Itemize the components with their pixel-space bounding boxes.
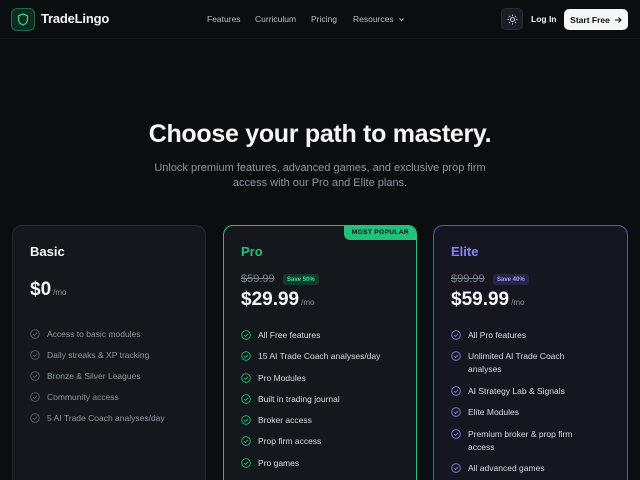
nav-link-features[interactable]: Features bbox=[207, 14, 241, 24]
login-link[interactable]: Log In bbox=[531, 14, 557, 24]
feature-item: Elite Modules bbox=[451, 406, 616, 419]
plan-name: Basic bbox=[30, 244, 65, 259]
check-circle-icon bbox=[451, 386, 461, 396]
check-circle-icon bbox=[241, 415, 251, 425]
nav-link-resources[interactable]: Resources bbox=[353, 14, 405, 24]
feature-text: 5 AI Trade Coach analyses/day bbox=[47, 413, 165, 423]
nav-link-curriculum[interactable]: Curriculum bbox=[255, 14, 296, 24]
feature-text: Unlimited AI Trade Coach analyses bbox=[468, 351, 565, 374]
check-circle-icon bbox=[451, 407, 461, 417]
plan-price: $29.99/mo bbox=[241, 289, 314, 311]
check-circle-icon bbox=[241, 394, 251, 404]
plan-name: Elite bbox=[451, 244, 479, 259]
feature-item: 5 AI Trade Coach analyses/day bbox=[30, 412, 200, 425]
plan-card-basic: Basic $0/mo Access to basic modules Dail… bbox=[12, 225, 206, 480]
brand-name[interactable]: TradeLingo bbox=[41, 11, 109, 26]
feature-item: All Pro features bbox=[451, 329, 616, 342]
shield-icon bbox=[17, 13, 29, 26]
check-circle-icon bbox=[241, 351, 251, 361]
feature-text: All Pro features bbox=[468, 330, 527, 340]
check-circle-icon bbox=[241, 373, 251, 383]
feature-text: Bronze & Silver Leagues bbox=[47, 371, 141, 381]
check-circle-icon bbox=[241, 330, 251, 340]
original-price: $59.99 bbox=[241, 273, 275, 285]
nav-link-resources-label: Resources bbox=[353, 14, 394, 24]
check-circle-icon bbox=[241, 458, 251, 468]
start-free-button[interactable]: Start Free bbox=[564, 9, 628, 30]
check-circle-icon bbox=[30, 329, 40, 339]
feature-text: Pro games bbox=[258, 458, 300, 468]
top-nav: TradeLingo Features Curriculum Pricing R… bbox=[0, 0, 640, 39]
plan-name: Pro bbox=[241, 244, 263, 259]
feature-item: All Free features bbox=[241, 329, 411, 342]
feature-text: Elite Modules bbox=[468, 407, 520, 417]
save-badge: Save 50% bbox=[283, 274, 319, 285]
price-period: /mo bbox=[511, 298, 525, 307]
feature-text: Premium broker & prop firm access bbox=[468, 429, 573, 452]
feature-text: All advanced games bbox=[468, 463, 545, 473]
price-amount: $59.99 bbox=[451, 289, 510, 310]
sun-icon bbox=[507, 14, 517, 24]
check-circle-icon bbox=[451, 330, 461, 340]
original-price: $99.99 bbox=[451, 273, 485, 285]
feature-item: Pro Modules bbox=[241, 372, 411, 385]
feature-text: Built in trading journal bbox=[258, 394, 340, 404]
nav-link-pricing[interactable]: Pricing bbox=[311, 14, 337, 24]
theme-toggle-button[interactable] bbox=[501, 8, 523, 30]
feature-item: Built in trading journal bbox=[241, 393, 411, 406]
feature-item: Premium broker & prop firm access bbox=[451, 428, 601, 454]
check-circle-icon bbox=[241, 436, 251, 446]
start-free-label: Start Free bbox=[570, 14, 610, 25]
chevron-down-icon bbox=[399, 18, 404, 22]
feature-item: Pro games bbox=[241, 457, 411, 470]
feature-text: All Free features bbox=[258, 330, 321, 340]
feature-text: Access to basic modules bbox=[47, 329, 141, 339]
feature-text: Broker access bbox=[258, 415, 312, 425]
feature-item: Broker access bbox=[241, 414, 411, 427]
price-amount: $29.99 bbox=[241, 289, 300, 310]
plan-card-pro: MOST POPULAR Pro $59.99 Save 50% $29.99/… bbox=[223, 225, 417, 480]
feature-text: 15 AI Trade Coach analyses/day bbox=[258, 351, 381, 361]
logo-mark[interactable] bbox=[11, 8, 35, 31]
plan-price: $59.99/mo bbox=[451, 289, 524, 311]
arrow-right-icon bbox=[614, 16, 622, 23]
feature-item: 15 AI Trade Coach analyses/day bbox=[241, 350, 411, 363]
check-circle-icon bbox=[30, 350, 40, 360]
feature-item: Community access bbox=[30, 391, 200, 404]
check-circle-icon bbox=[30, 371, 40, 381]
check-circle-icon bbox=[451, 429, 461, 439]
feature-item: Bronze & Silver Leagues bbox=[30, 370, 200, 383]
check-circle-icon bbox=[30, 413, 40, 423]
page-subtitle: Unlock premium features, advanced games,… bbox=[154, 162, 486, 189]
feature-text: Prop firm access bbox=[258, 436, 322, 446]
feature-item: Unlimited AI Trade Coach analyses bbox=[451, 350, 591, 376]
most-popular-badge: MOST POPULAR bbox=[343, 225, 417, 240]
feature-text: Daily streaks & XP tracking bbox=[47, 350, 150, 360]
plan-price: $0/mo bbox=[30, 279, 66, 301]
feature-item: AI Strategy Lab & Signals bbox=[451, 385, 616, 398]
feature-item: Prop firm access bbox=[241, 435, 411, 448]
price-period: /mo bbox=[53, 288, 67, 297]
price-period: /mo bbox=[301, 298, 315, 307]
plan-card-elite: Elite $99.99 Save 40% $59.99/mo All Pro … bbox=[433, 225, 628, 480]
save-badge: Save 40% bbox=[493, 274, 529, 285]
feature-text: Community access bbox=[47, 392, 119, 402]
check-circle-icon bbox=[451, 351, 461, 361]
check-circle-icon bbox=[451, 463, 461, 473]
feature-text: Pro Modules bbox=[258, 373, 306, 383]
feature-item: Access to basic modules bbox=[30, 328, 200, 341]
page-title: Choose your path to mastery. bbox=[148, 120, 492, 148]
feature-item: Daily streaks & XP tracking bbox=[30, 349, 200, 362]
feature-text: AI Strategy Lab & Signals bbox=[468, 386, 565, 396]
feature-item: All advanced games bbox=[451, 462, 616, 475]
check-circle-icon bbox=[30, 392, 40, 402]
price-amount: $0 bbox=[30, 279, 52, 300]
